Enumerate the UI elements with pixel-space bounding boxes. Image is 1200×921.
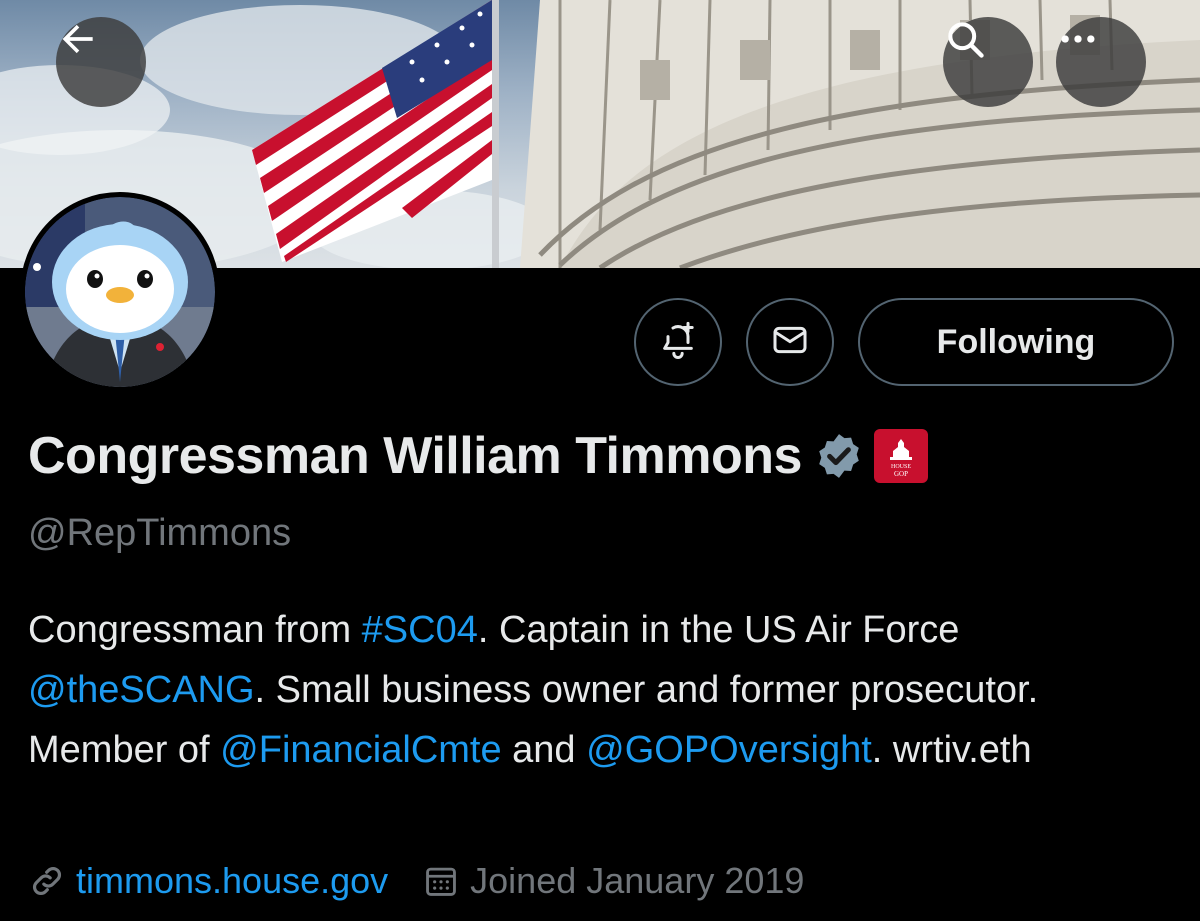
website-link[interactable]: timmons.house.gov — [76, 860, 388, 902]
bio-mention-link[interactable]: @GOPOversight — [586, 729, 872, 771]
bio-mention-link[interactable]: @theSCANG — [28, 669, 255, 711]
bio-text: Congressman from — [28, 609, 362, 651]
bell-plus-icon — [658, 320, 698, 365]
back-button[interactable] — [56, 17, 146, 107]
website-item: timmons.house.gov — [28, 860, 388, 902]
profile-bio: Congressman from #SC04. Captain in the U… — [28, 600, 1178, 780]
bio-mention-link[interactable]: @FinancialCmte — [220, 729, 501, 771]
joined-item: Joined January 2019 — [422, 860, 804, 902]
calendar-icon — [422, 862, 460, 900]
badge-text-bottom: GOP — [894, 470, 908, 478]
envelope-icon — [770, 320, 810, 365]
link-icon — [28, 862, 66, 900]
profile-name-row: Congressman William Timmons HOUSE GOP — [28, 426, 928, 486]
profile-handle: @RepTimmons — [28, 512, 292, 554]
bio-text: . wrtiv.eth — [871, 729, 1032, 771]
penguin-avatar-image — [25, 197, 215, 387]
display-name: Congressman William Timmons — [28, 427, 802, 485]
bio-text: . Captain in the US Air Force — [477, 609, 960, 651]
search-button[interactable] — [943, 17, 1033, 107]
profile-avatar[interactable] — [20, 192, 220, 392]
profile-meta-row: timmons.house.gov Joined January 2019 — [28, 860, 804, 902]
joined-date: Joined January 2019 — [470, 860, 805, 901]
more-options-button[interactable] — [1056, 17, 1146, 107]
house-gop-badge[interactable]: HOUSE GOP — [873, 429, 928, 483]
message-button[interactable] — [746, 298, 834, 386]
bio-text: and — [501, 729, 587, 771]
bio-hashtag-link[interactable]: #SC04 — [362, 609, 478, 651]
notifications-button[interactable] — [634, 298, 722, 386]
following-button[interactable]: Following — [858, 298, 1174, 386]
verified-badge-icon[interactable] — [814, 431, 864, 481]
